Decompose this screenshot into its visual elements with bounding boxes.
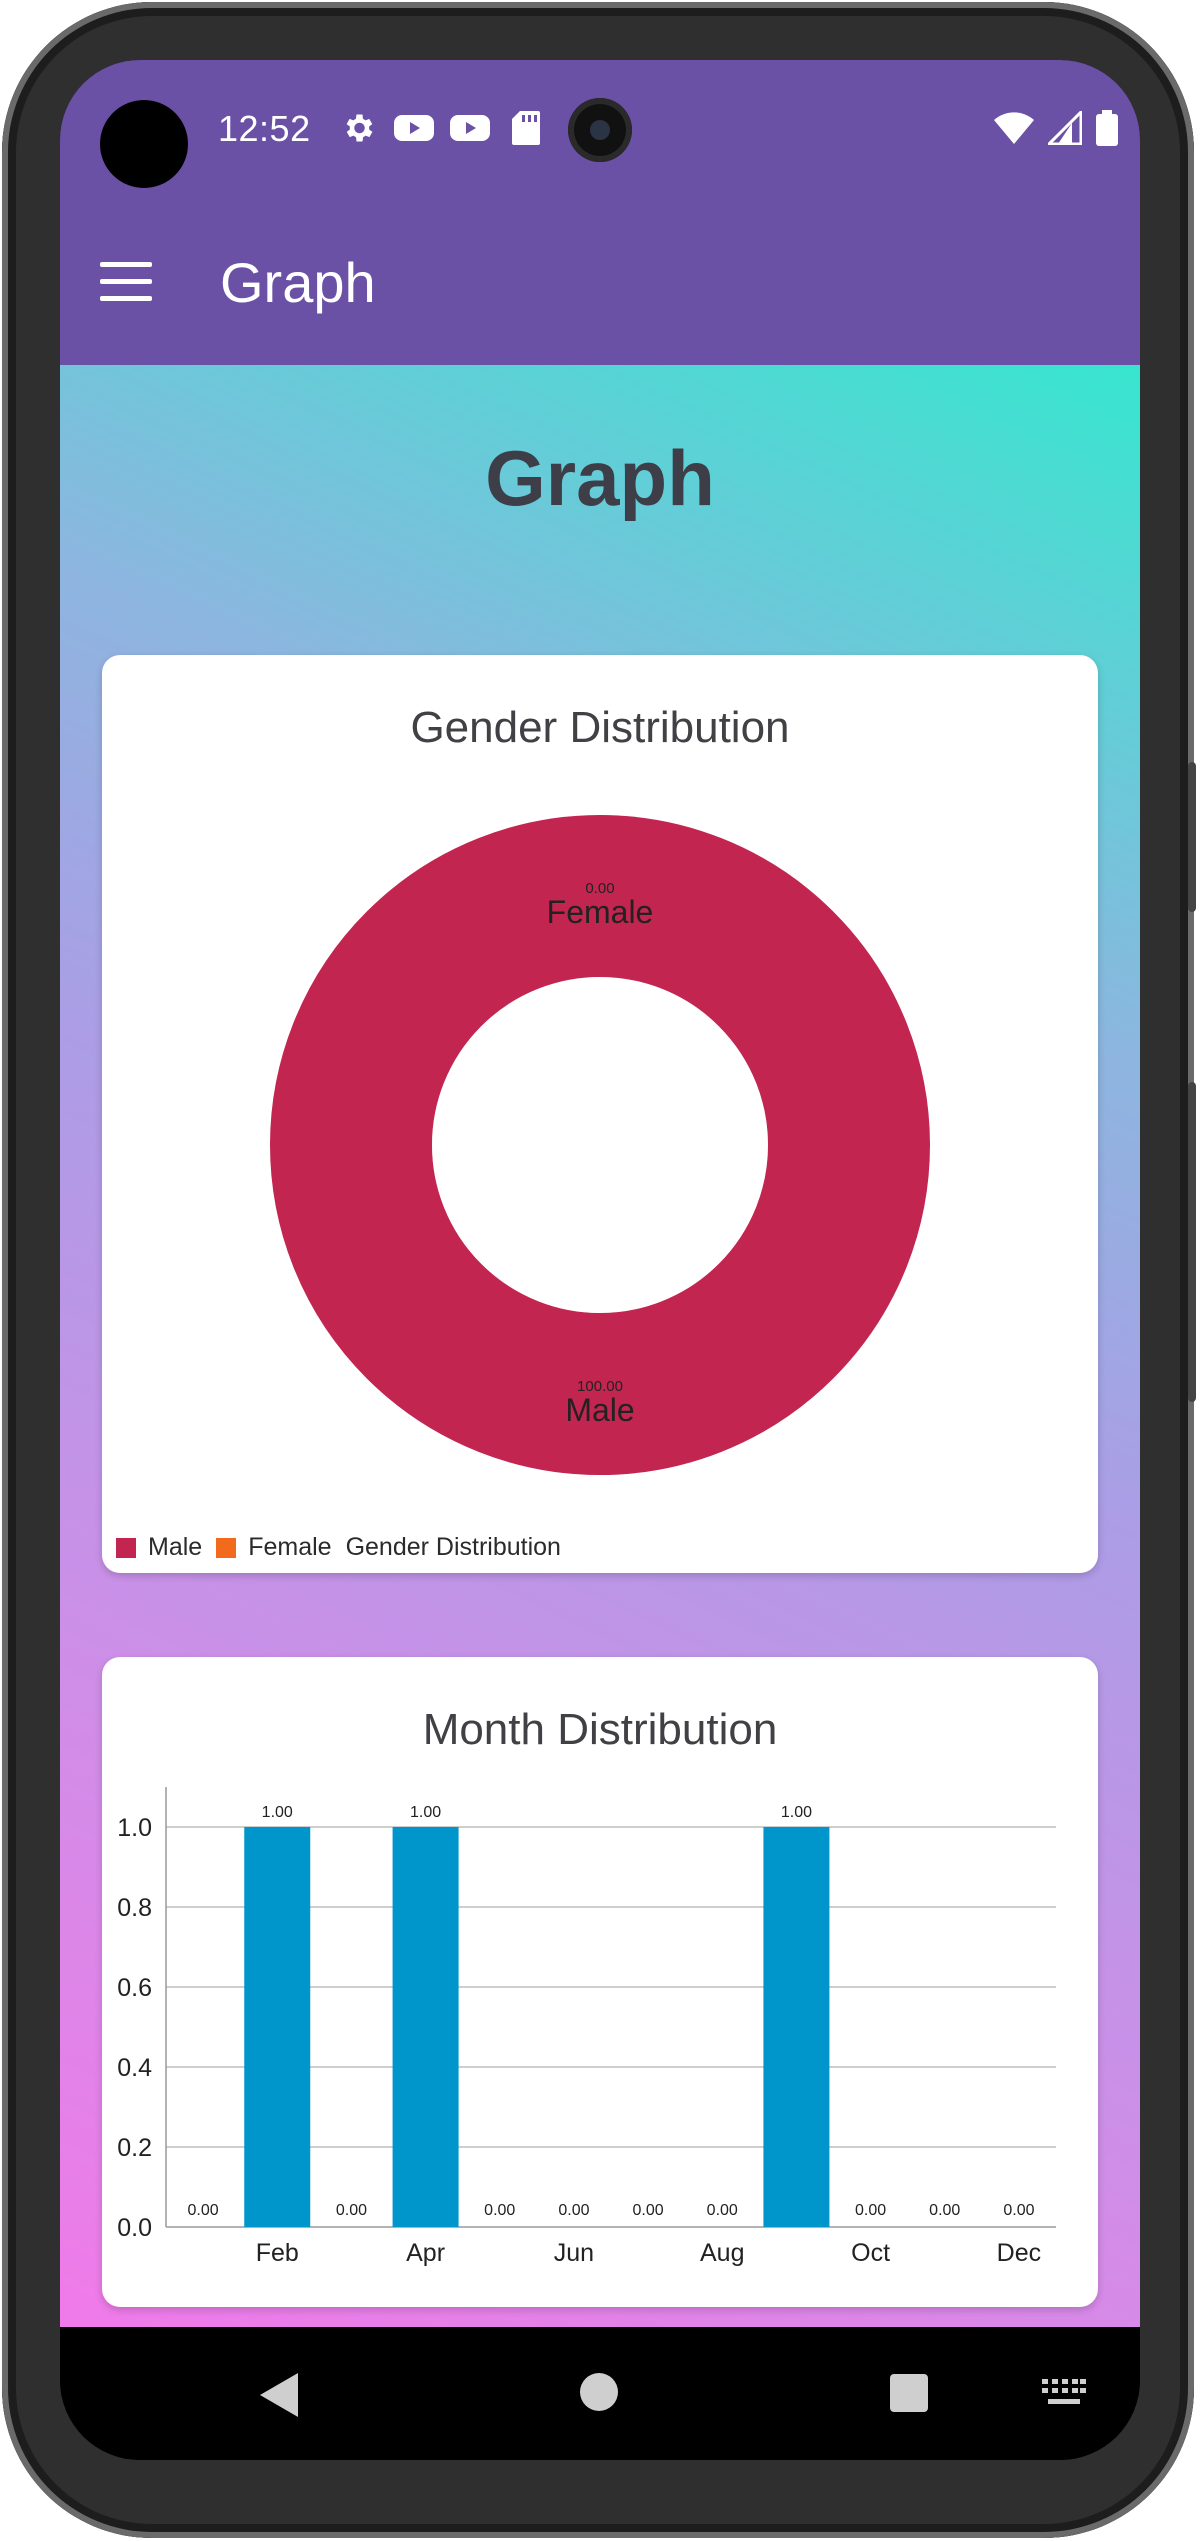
- legend-label-female: Female: [248, 1533, 332, 1561]
- settings-gear-icon: [338, 110, 378, 146]
- y-tick-label: 0.4: [117, 2054, 152, 2082]
- bar-value-label: 0.00: [929, 2202, 960, 2219]
- system-navigation-bar: [60, 2327, 1140, 2460]
- front-camera-cutout: [100, 100, 188, 188]
- y-tick-label: 0.8: [117, 1894, 152, 1922]
- bar-feb[interactable]: [244, 1827, 311, 2227]
- y-tick-label: 1.0: [117, 1814, 152, 1842]
- bar-value-label: 0.00: [336, 2202, 367, 2219]
- youtube-icon: [394, 110, 434, 146]
- slice-label-female: Female: [547, 894, 654, 930]
- bar-value-label: 0.00: [1003, 2202, 1034, 2219]
- y-tick-label: 0.6: [117, 1974, 152, 2002]
- bar-value-label: 0.00: [855, 2202, 886, 2219]
- bar-value-label: 0.00: [707, 2202, 738, 2219]
- month-bar-chart[interactable]: 0.0 0.2 0.4 0.6 0.8 1.0 0.00 1.00 0.00 1.00 0.00 0.…: [102, 1787, 1098, 2307]
- bar-value-label: 0.00: [484, 2202, 515, 2219]
- x-tick-label: Oct: [851, 2239, 890, 2267]
- youtube-icon: [450, 110, 490, 146]
- month-chart-title: Month Distribution: [422, 1705, 778, 1754]
- wifi-icon: [994, 112, 1034, 144]
- recent-apps-icon[interactable]: [890, 2374, 928, 2412]
- bar-value-label: 0.00: [558, 2202, 589, 2219]
- legend-label-male: Male: [148, 1533, 203, 1561]
- legend-swatch-female: [216, 1537, 237, 1558]
- bar-sep[interactable]: [763, 1827, 830, 2227]
- bar-value-label: 0.00: [188, 2202, 219, 2219]
- month-chart-card: Month Distribution 0.0 0.2 0.4 0.6 0.8 1.0 0.0…: [102, 1657, 1098, 2307]
- slice-label-male: Male: [565, 1392, 634, 1428]
- x-tick-label: Aug: [700, 2239, 744, 2267]
- bar-value-label: 0.00: [633, 2202, 664, 2219]
- back-icon[interactable]: [260, 2373, 300, 2417]
- bar-value-label: 1.00: [410, 1804, 441, 1821]
- legend-swatch-male: [116, 1537, 136, 1558]
- signal-icon: [1048, 111, 1082, 145]
- gender-chart-legend: Male Female Gender Distribution: [116, 1533, 575, 1562]
- gender-chart-card: Gender Distribution 100.00 Male 0.00 Female…: [102, 655, 1098, 1573]
- menu-hamburger-icon[interactable]: [100, 262, 156, 306]
- page-heading: Graph: [485, 434, 715, 522]
- keyboard-icon[interactable]: [1042, 2379, 1086, 2407]
- x-tick-label: Jun: [554, 2239, 594, 2267]
- legend-dataset-label: Gender Distribution: [345, 1533, 561, 1561]
- donut-hole: [446, 991, 754, 1299]
- volume-button: [1188, 1082, 1196, 1402]
- toolbar-title: Graph: [220, 251, 376, 314]
- bar-value-label: 1.00: [262, 1804, 293, 1821]
- screen: 12:52 Graph Graph Gender Distribution 10…: [60, 60, 1140, 2460]
- x-tick-label: Dec: [997, 2239, 1041, 2267]
- bar-apr[interactable]: [392, 1827, 459, 2227]
- phone-frame: 12:52 Graph Graph Gender Distribution 10…: [2, 2, 1196, 2538]
- content-area[interactable]: Graph Gender Distribution 100.00 Male 0.00…: [60, 365, 1140, 2327]
- y-tick-label: 0.2: [117, 2134, 152, 2162]
- system-status-icons: [994, 110, 1118, 146]
- notification-icons: [338, 110, 546, 146]
- gender-donut-chart[interactable]: 100.00Male0.00Female: [102, 715, 1098, 1535]
- app-header: 12:52 Graph: [60, 60, 1140, 365]
- sd-card-icon: [506, 110, 546, 146]
- camera-lens: [568, 98, 632, 162]
- power-button: [1188, 762, 1196, 912]
- x-tick-label: Apr: [406, 2239, 445, 2267]
- x-tick-label: Feb: [256, 2239, 299, 2267]
- home-icon[interactable]: [580, 2373, 618, 2411]
- y-tick-label: 0.0: [117, 2214, 152, 2242]
- status-time: 12:52: [218, 108, 311, 149]
- bar-value-label: 1.00: [781, 1804, 812, 1821]
- battery-icon: [1096, 110, 1118, 146]
